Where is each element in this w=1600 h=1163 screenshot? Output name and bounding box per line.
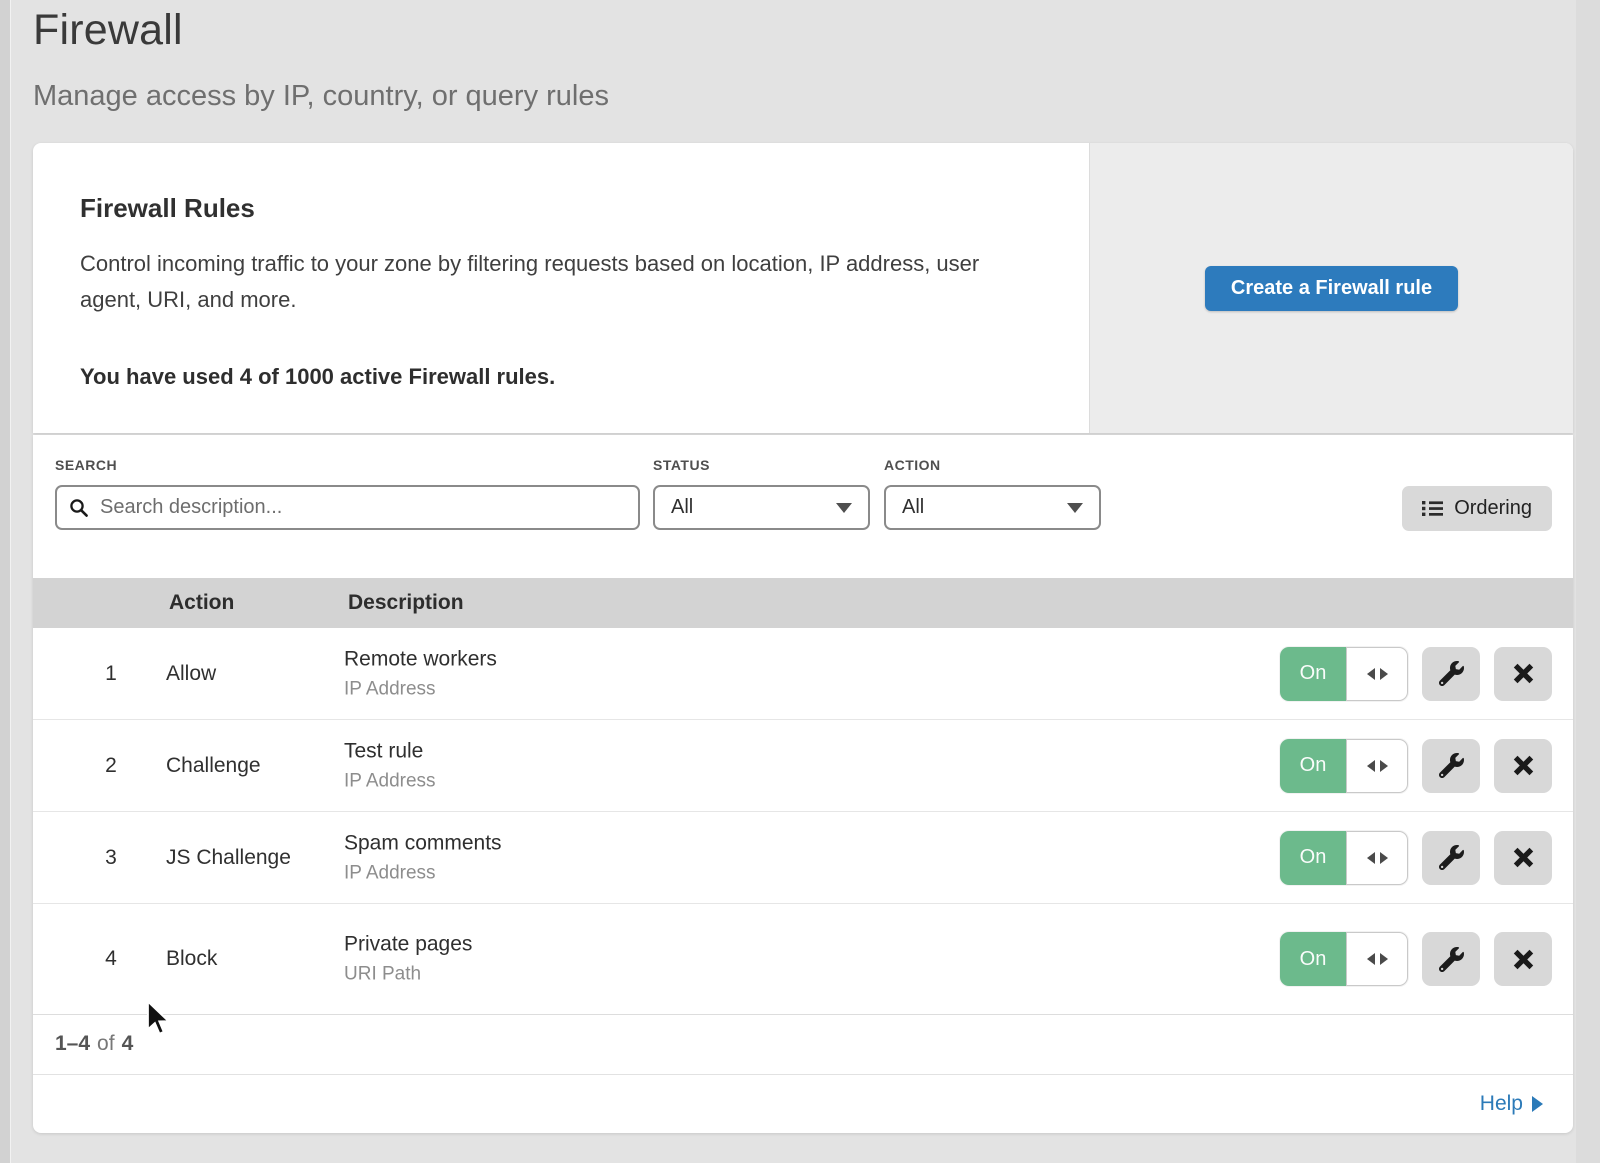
caret-right-icon (1532, 1096, 1543, 1112)
table-row: 3 JS Challenge Spam comments IP Address … (33, 812, 1573, 904)
rule-action: Block (166, 947, 217, 971)
rule-enabled-toggle[interactable]: On (1280, 932, 1408, 986)
firewall-page: Firewall Manage access by IP, country, o… (0, 0, 1600, 1163)
create-rule-panel: Create a Firewall rule (1089, 143, 1573, 433)
help-link-label: Help (1480, 1092, 1523, 1116)
search-icon (69, 498, 89, 518)
pagination-range: 1–4 (55, 1032, 90, 1056)
rule-description-title: Private pages (344, 933, 472, 957)
edit-rule-button[interactable] (1422, 647, 1480, 701)
toggle-on-label: On (1280, 739, 1346, 793)
rule-priority: 2 (91, 754, 131, 778)
wrench-icon (1439, 947, 1464, 972)
ordering-button[interactable]: Ordering (1402, 486, 1552, 531)
action-dropdown[interactable]: All (884, 485, 1101, 530)
rules-list-card: SEARCH STATUS All ACTION All (33, 435, 1573, 1133)
toggle-on-label: On (1280, 932, 1346, 986)
rule-description-type: IP Address (344, 862, 502, 884)
table-row: 1 Allow Remote workers IP Address On (33, 628, 1573, 720)
status-label: STATUS (653, 457, 710, 473)
edit-rule-button[interactable] (1422, 932, 1480, 986)
drag-arrows-icon (1346, 831, 1408, 885)
card-heading: Firewall Rules (80, 193, 1040, 224)
table-row: 4 Block Private pages URI Path On (33, 904, 1573, 1015)
rule-description: Private pages URI Path (344, 933, 472, 986)
rule-description-title: Remote workers (344, 647, 497, 671)
rule-controls: On (1280, 932, 1552, 986)
rule-priority: 3 (91, 846, 131, 870)
card-description: Control incoming traffic to your zone by… (80, 246, 1025, 318)
pagination: 1–4 of 4 (33, 1013, 1573, 1075)
action-dropdown-value: All (902, 496, 924, 519)
page-subtitle: Manage access by IP, country, or query r… (33, 80, 609, 113)
delete-rule-button[interactable] (1494, 831, 1552, 885)
create-firewall-rule-button[interactable]: Create a Firewall rule (1205, 266, 1458, 311)
page-title: Firewall (33, 6, 183, 55)
rule-description-type: IP Address (344, 678, 497, 700)
rule-description: Spam comments IP Address (344, 831, 502, 884)
rule-action: Allow (166, 662, 216, 686)
chevron-down-icon (1067, 503, 1083, 513)
search-label: SEARCH (55, 457, 117, 473)
rule-description-type: IP Address (344, 770, 436, 792)
search-input-wrapper (55, 485, 640, 530)
chevron-down-icon (836, 503, 852, 513)
action-label: ACTION (884, 457, 941, 473)
rules-table-body: 1 Allow Remote workers IP Address On (33, 628, 1573, 1015)
firewall-rules-card-text: Firewall Rules Control incoming traffic … (33, 143, 1090, 433)
rule-action: JS Challenge (166, 846, 291, 870)
status-dropdown-value: All (671, 496, 693, 519)
ordered-list-icon (1422, 500, 1443, 517)
delete-rule-button[interactable] (1494, 647, 1552, 701)
x-icon (1512, 846, 1535, 869)
x-icon (1512, 754, 1535, 777)
wrench-icon (1439, 753, 1464, 778)
toggle-on-label: On (1280, 831, 1346, 885)
delete-rule-button[interactable] (1494, 739, 1552, 793)
rule-priority: 4 (91, 947, 131, 971)
rule-enabled-toggle[interactable]: On (1280, 831, 1408, 885)
column-header-action: Action (169, 578, 234, 628)
drag-arrows-icon (1346, 647, 1408, 701)
firewall-rules-card: Firewall Rules Control incoming traffic … (33, 143, 1573, 433)
help-row: Help (33, 1075, 1573, 1133)
rule-controls: On (1280, 831, 1552, 885)
help-link[interactable]: Help (1480, 1092, 1543, 1116)
table-row: 2 Challenge Test rule IP Address On (33, 720, 1573, 812)
rule-controls: On (1280, 739, 1552, 793)
rule-description-type: URI Path (344, 964, 472, 986)
rule-description: Remote workers IP Address (344, 647, 497, 700)
rule-enabled-toggle[interactable]: On (1280, 647, 1408, 701)
table-header: Action Description (33, 578, 1573, 628)
rule-description-title: Test rule (344, 739, 436, 763)
edit-rule-button[interactable] (1422, 739, 1480, 793)
x-icon (1512, 948, 1535, 971)
wrench-icon (1439, 845, 1464, 870)
pagination-total: 4 (122, 1032, 134, 1056)
edit-rule-button[interactable] (1422, 831, 1480, 885)
search-input[interactable] (98, 495, 626, 520)
toggle-on-label: On (1280, 647, 1346, 701)
window-right-edge (1576, 0, 1600, 1163)
rule-priority: 1 (91, 662, 131, 686)
rule-action: Challenge (166, 754, 261, 778)
window-left-edge (0, 0, 11, 1163)
drag-arrows-icon (1346, 932, 1408, 986)
rule-description: Test rule IP Address (344, 739, 436, 792)
x-icon (1512, 662, 1535, 685)
rule-enabled-toggle[interactable]: On (1280, 739, 1408, 793)
status-dropdown[interactable]: All (653, 485, 870, 530)
ordering-button-label: Ordering (1454, 497, 1532, 520)
drag-arrows-icon (1346, 739, 1408, 793)
rule-description-title: Spam comments (344, 831, 502, 855)
usage-text: You have used 4 of 1000 active Firewall … (80, 364, 1040, 390)
wrench-icon (1439, 661, 1464, 686)
pagination-of: of (97, 1032, 115, 1056)
delete-rule-button[interactable] (1494, 932, 1552, 986)
rule-controls: On (1280, 647, 1552, 701)
column-header-description: Description (348, 578, 464, 628)
